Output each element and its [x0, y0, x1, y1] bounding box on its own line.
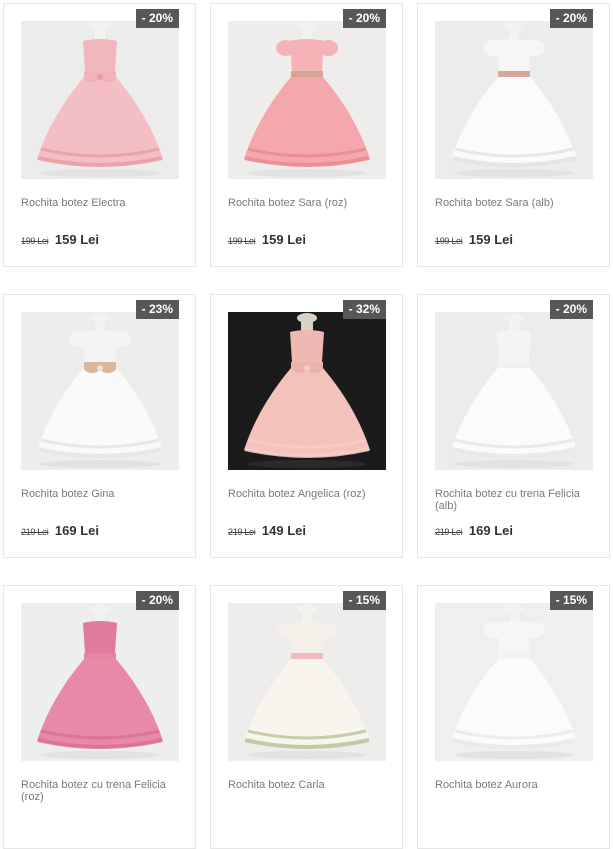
discount-badge: - 23%: [135, 300, 179, 319]
white-floral-dress-image[interactable]: [435, 603, 593, 761]
floral-embroidered-dress-image[interactable]: [228, 603, 386, 761]
old-price: 199 Lei: [435, 236, 463, 246]
discount-badge: - 32%: [342, 300, 386, 319]
discount-badge: - 20%: [549, 9, 593, 28]
discount-badge: - 20%: [135, 591, 179, 610]
current-price: 149 Lei: [261, 523, 306, 538]
product-card[interactable]: - 20% Rochita botez Electra 199 Lei 159 …: [3, 3, 196, 267]
old-price: 219 Lei: [228, 527, 256, 537]
pink-sequin-belt-dress-image[interactable]: [228, 21, 386, 179]
product-card[interactable]: - 20% Rochita botez Sara (roz) 199 Lei 1…: [210, 3, 403, 267]
pink-lace-train-dress-image[interactable]: [21, 603, 179, 761]
white-gold-bow-dress-image[interactable]: [21, 312, 179, 470]
white-train-dress-image[interactable]: [435, 312, 593, 470]
product-card[interactable]: - 15% Rochita botez Aurora: [417, 585, 610, 849]
product-name[interactable]: Rochita botez cu trena Felicia (roz): [21, 779, 181, 803]
discount-badge: - 15%: [342, 591, 386, 610]
product-card[interactable]: - 32% Rochita botez Angelica (roz) 219 L…: [210, 294, 403, 558]
product-card[interactable]: - 20% Rochita botez Sara (alb) 199 Lei 1…: [417, 3, 610, 267]
old-price: 219 Lei: [435, 527, 463, 537]
product-card[interactable]: - 20% Rochita botez cu trena Felicia (ro…: [3, 585, 196, 849]
current-price: 159 Lei: [54, 232, 99, 247]
price-block: 219 Lei 169 Lei: [21, 523, 99, 540]
product-name[interactable]: Rochita botez Sara (roz): [228, 197, 388, 209]
pink-rosette-dress-image[interactable]: [21, 21, 179, 179]
product-grid: - 20% Rochita botez Electra 199 Lei 159 …: [3, 3, 610, 849]
discount-badge: - 20%: [135, 9, 179, 28]
current-price: 169 Lei: [54, 523, 99, 538]
pink-dress-dark-background-image[interactable]: [228, 312, 386, 470]
current-price: 159 Lei: [468, 232, 513, 247]
price-block: 199 Lei 159 Lei: [228, 232, 306, 249]
product-name[interactable]: Rochita botez cu trena Felicia (alb): [435, 488, 595, 512]
discount-badge: - 20%: [549, 300, 593, 319]
product-name[interactable]: Rochita botez Carla: [228, 779, 388, 791]
product-card[interactable]: - 20% Rochita botez cu trena Felicia (al…: [417, 294, 610, 558]
product-name[interactable]: Rochita botez Sara (alb): [435, 197, 595, 209]
white-sequin-belt-dress-image[interactable]: [435, 21, 593, 179]
product-name[interactable]: Rochita botez Angelica (roz): [228, 488, 388, 500]
discount-badge: - 15%: [549, 591, 593, 610]
old-price: 199 Lei: [228, 236, 256, 246]
current-price: 159 Lei: [261, 232, 306, 247]
old-price: 219 Lei: [21, 527, 49, 537]
product-name[interactable]: Rochita botez Aurora: [435, 779, 595, 791]
old-price: 199 Lei: [21, 236, 49, 246]
price-block: 199 Lei 159 Lei: [21, 232, 99, 249]
price-block: 199 Lei 159 Lei: [435, 232, 513, 249]
price-block: [228, 814, 230, 831]
product-name[interactable]: Rochita botez Gina: [21, 488, 181, 500]
price-block: 219 Lei 169 Lei: [435, 523, 513, 540]
price-block: [21, 814, 23, 831]
product-card[interactable]: - 23% Rochita botez Gina 219 Lei 169 Lei: [3, 294, 196, 558]
price-block: [435, 814, 437, 831]
price-block: 219 Lei 149 Lei: [228, 523, 306, 540]
product-card[interactable]: - 15% Rochita botez Carla: [210, 585, 403, 849]
current-price: 169 Lei: [468, 523, 513, 538]
product-name[interactable]: Rochita botez Electra: [21, 197, 181, 209]
discount-badge: - 20%: [342, 9, 386, 28]
